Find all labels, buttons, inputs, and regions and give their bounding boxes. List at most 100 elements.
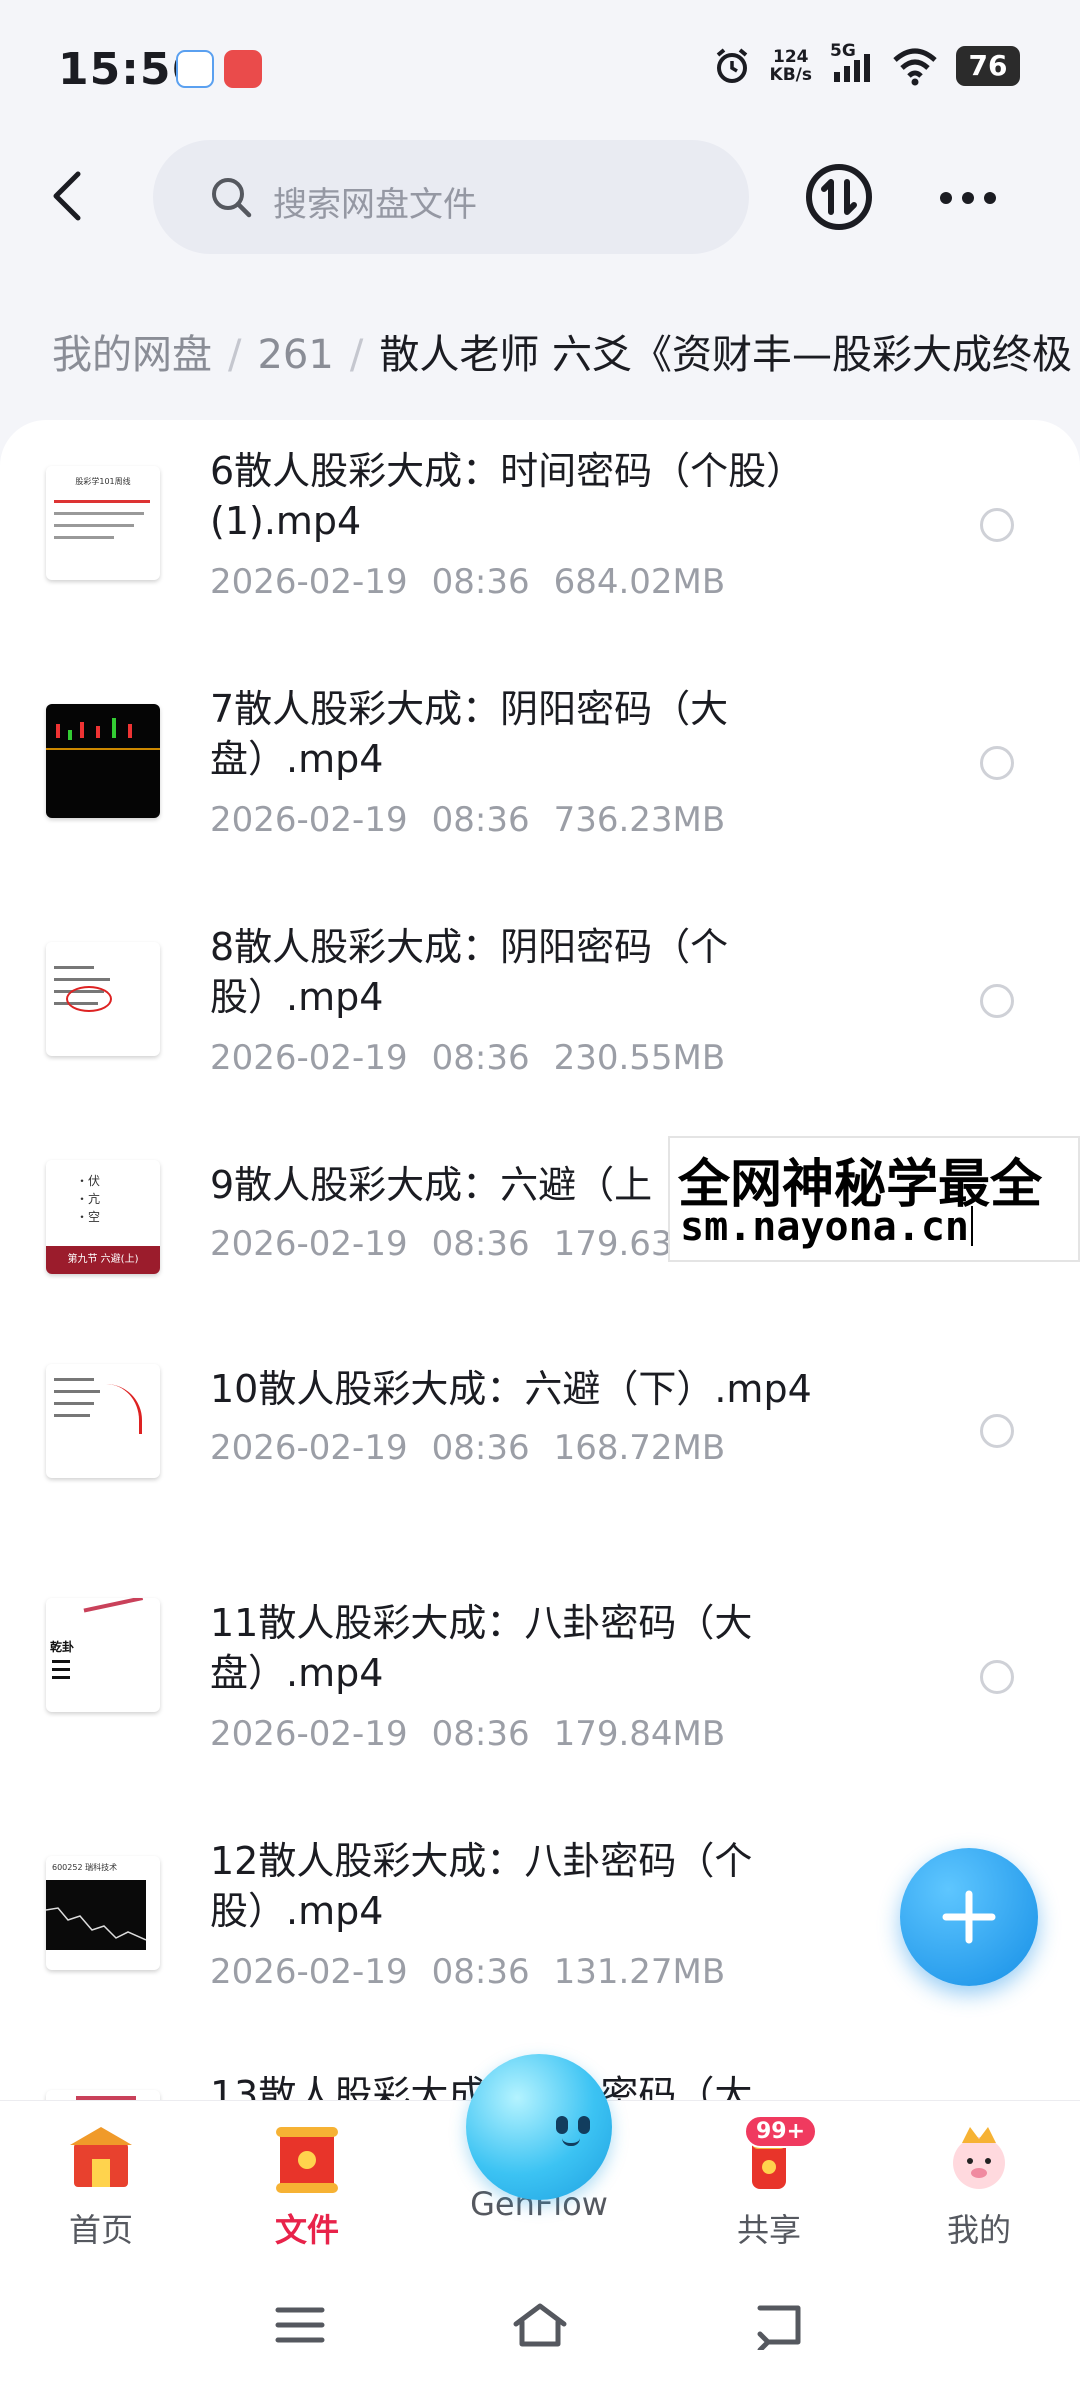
mascot-mouth xyxy=(562,2138,580,2146)
video-thumbnail xyxy=(46,2090,160,2100)
file-date: 2026-02-19 xyxy=(210,800,408,840)
files-icon xyxy=(276,2127,338,2193)
thumbnail-title: 股彩学101周线 xyxy=(75,477,131,486)
file-meta: 2026-02-19 08:36 684.02MB xyxy=(210,562,725,602)
notification-app-icon xyxy=(224,50,262,88)
net-speed-value: 124 xyxy=(773,47,809,67)
file-size: 736.23MB xyxy=(553,800,726,840)
tab-home[interactable]: 首页 xyxy=(26,2121,176,2251)
home-icon xyxy=(70,2127,132,2187)
video-thumbnail: 股彩学101周线 xyxy=(46,466,160,580)
thumbnail-title: 600252 瑞科技术 xyxy=(52,1863,118,1872)
thumbnail-item: ・亢 xyxy=(76,1192,101,1206)
watermark-line2: sm.nayona.cn xyxy=(680,1204,973,1250)
file-meta: 2026-02-19 08:36 179.84MB xyxy=(210,1714,725,1754)
file-row[interactable]: 7散人股彩大成：阴阳密码（大盘）.mp4 2026-02-19 08:36 736.… xyxy=(0,658,1080,888)
file-meta: 2026-02-19 08:36 131.27MB xyxy=(210,1952,725,1992)
file-name: 11散人股彩大成：八卦密码（大盘）.mp4 xyxy=(210,1601,753,1695)
net-speed: 124 KB/s xyxy=(770,48,812,84)
mascot-eye xyxy=(578,2116,590,2134)
file-date: 2026-02-19 xyxy=(210,1224,408,1264)
mascot-eye xyxy=(556,2116,568,2134)
file-time: 08:36 xyxy=(431,1952,530,1992)
file-date: 2026-02-19 xyxy=(210,562,408,602)
search-icon xyxy=(212,178,252,218)
select-radio[interactable] xyxy=(980,508,1014,542)
battery-indicator: 76 xyxy=(956,46,1020,86)
thumbnail-char: 乾卦 xyxy=(50,1640,75,1654)
top-bar: 搜索网盘文件 xyxy=(0,138,1080,256)
thumbnail-caption: 第九节 六避(上) xyxy=(46,1246,160,1274)
breadcrumb: 我的网盘 / 261 / 散人老师 六爻《资财丰—股彩大成终极 xyxy=(52,322,1080,380)
profile-icon xyxy=(953,2127,1005,2189)
back-nav-icon[interactable] xyxy=(752,2300,812,2350)
tab-home-label: 首页 xyxy=(68,2211,133,2249)
file-row[interactable]: 乾卦 11散人股彩大成：八卦密码（大盘）.mp4 2026-02-19 08:36… xyxy=(0,1572,1080,1802)
file-row[interactable]: 8散人股彩大成：阴阳密码（个股）.mp4 2026-02-19 08:36 230.… xyxy=(0,896,1080,1126)
menu-icon[interactable] xyxy=(270,2300,330,2350)
watermark-overlay: 全网神秘学最全 sm.nayona.cn xyxy=(668,1136,1080,1262)
file-name: 8散人股彩大成：阴阳密码（个股）.mp4 xyxy=(210,925,729,1019)
file-time: 08:36 xyxy=(431,1038,530,1078)
file-name: 10散人股彩大成：六避（下）.mp4 xyxy=(210,1367,812,1411)
video-thumbnail: ・伏 ・亢 ・空 第九节 六避(上) xyxy=(46,1160,160,1274)
select-radio[interactable] xyxy=(980,1414,1014,1448)
add-button[interactable] xyxy=(900,1848,1038,1986)
status-indicators: 124 KB/s 5G 76 xyxy=(712,42,1020,86)
file-time: 08:36 xyxy=(431,1428,530,1468)
tab-share[interactable]: 99+ 共享 xyxy=(694,2115,844,2251)
back-icon[interactable] xyxy=(40,166,100,226)
tab-me-label: 我的 xyxy=(946,2211,1011,2249)
signal-icon xyxy=(834,54,870,82)
select-radio[interactable] xyxy=(980,984,1014,1018)
tab-files[interactable]: 文件 xyxy=(232,2121,382,2251)
genflow-app-icon xyxy=(176,50,214,88)
file-size: 179.84MB xyxy=(553,1714,726,1754)
alarm-icon xyxy=(716,48,747,83)
breadcrumb-current: 散人老师 六爻《资财丰—股彩大成终极 xyxy=(379,332,1073,378)
tab-share-label: 共享 xyxy=(736,2211,801,2249)
search-placeholder: 搜索网盘文件 xyxy=(273,185,477,225)
file-meta: 2026-02-19 08:36 168.72MB xyxy=(210,1428,725,1468)
select-radio[interactable] xyxy=(980,746,1014,780)
video-thumbnail xyxy=(46,942,160,1056)
genflow-mascot-icon[interactable] xyxy=(466,2054,612,2200)
file-size: 168.72MB xyxy=(553,1428,726,1468)
file-size: 684.02MB xyxy=(553,562,726,602)
file-size: 230.55MB xyxy=(553,1038,726,1078)
file-date: 2026-02-19 xyxy=(210,1428,408,1468)
breadcrumb-separator: / xyxy=(228,332,242,378)
sort-icon[interactable] xyxy=(802,160,876,234)
video-thumbnail xyxy=(46,704,160,818)
more-icon[interactable] xyxy=(936,178,1000,218)
file-time: 08:36 xyxy=(431,800,530,840)
select-radio[interactable] xyxy=(980,1660,1014,1694)
plus-icon xyxy=(942,1890,996,1944)
search-input[interactable]: 搜索网盘文件 xyxy=(153,140,749,254)
breadcrumb-separator: / xyxy=(349,332,364,378)
file-row[interactable]: 10散人股彩大成：六避（下）.mp4 2026-02-19 08:36 168.72… xyxy=(0,1334,1080,1564)
breadcrumb-root[interactable]: 我的网盘 xyxy=(52,332,212,378)
file-meta: 2026-02-19 08:36 179.63M xyxy=(210,1224,702,1264)
signal-group: 5G xyxy=(830,42,874,86)
net-speed-unit: KB/s xyxy=(769,65,812,85)
tab-files-label: 文件 xyxy=(274,2211,339,2249)
home-nav-icon[interactable] xyxy=(510,2300,570,2350)
video-thumbnail: 600252 瑞科技术 xyxy=(46,1856,160,1970)
breadcrumb-folder[interactable]: 261 xyxy=(257,332,333,378)
thumbnail-item: ・空 xyxy=(76,1210,101,1224)
file-time: 08:36 xyxy=(431,1224,530,1264)
file-meta: 2026-02-19 08:36 230.55MB xyxy=(210,1038,725,1078)
tab-me[interactable]: 我的 xyxy=(904,2121,1054,2251)
thumbnail-item: ・伏 xyxy=(76,1174,101,1188)
wifi-icon xyxy=(893,48,937,86)
file-date: 2026-02-19 xyxy=(210,1714,408,1754)
video-thumbnail xyxy=(46,1364,160,1478)
file-name: 12散人股彩大成：八卦密码（个股）.mp4 xyxy=(210,1839,753,1933)
file-row[interactable]: 股彩学101周线 6散人股彩大成：时间密码（个股）(1).mp4 2026-02… xyxy=(0,420,1080,650)
share-badge: 99+ xyxy=(744,2115,818,2148)
file-date: 2026-02-19 xyxy=(210,1952,408,1992)
video-thumbnail: 乾卦 xyxy=(46,1598,160,1712)
file-date: 2026-02-19 xyxy=(210,1038,408,1078)
file-meta: 2026-02-19 08:36 736.23MB xyxy=(210,800,725,840)
